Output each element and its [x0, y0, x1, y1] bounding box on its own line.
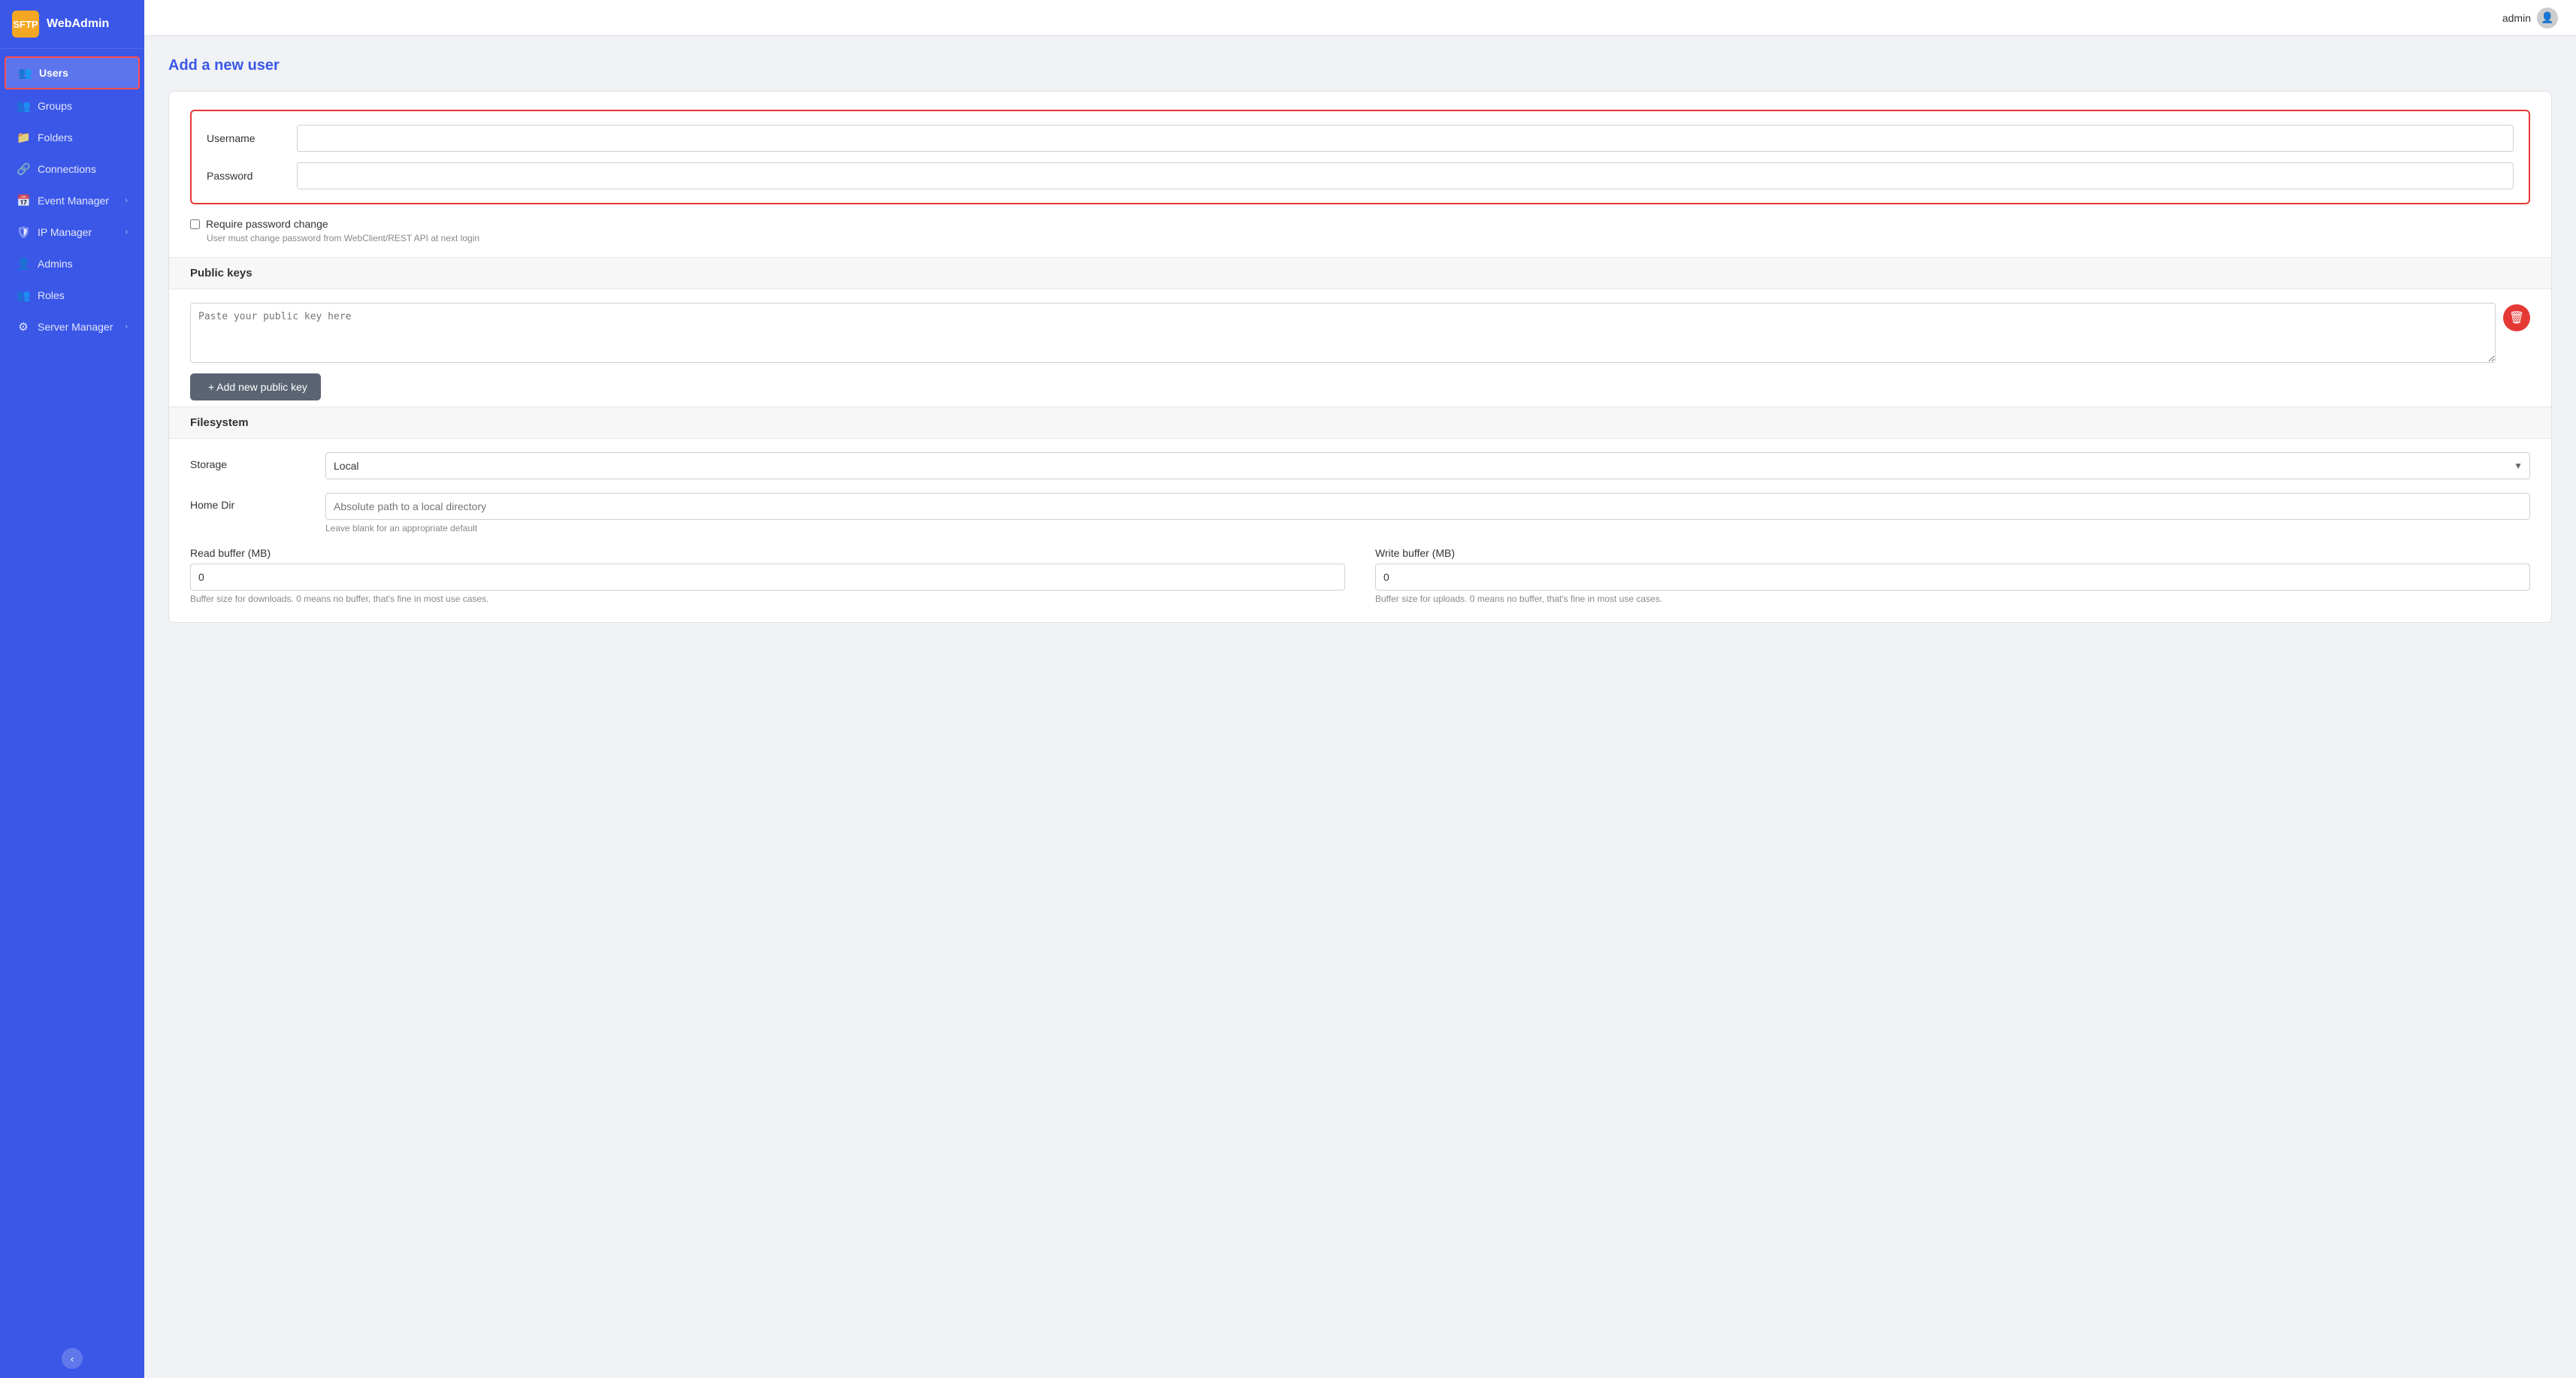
- users-icon: 👥: [18, 66, 32, 80]
- header: admin 👤: [144, 0, 2576, 36]
- require-password-hint: User must change password from WebClient…: [207, 233, 2530, 243]
- buffer-row: Read buffer (MB) Buffer size for downloa…: [190, 547, 2530, 604]
- collapse-button[interactable]: ‹: [62, 1348, 83, 1369]
- logo-icon: SFTP: [12, 11, 39, 38]
- sidebar-item-label: Roles: [38, 289, 65, 301]
- form-card: Username Password Require password chang…: [168, 91, 2552, 623]
- require-password-label: Require password change: [206, 218, 328, 230]
- require-password-checkbox[interactable]: [190, 219, 200, 229]
- storage-select-wrapper: Local S3 GCS Azure Blob SFTP HTTP ▼: [325, 452, 2530, 479]
- write-buffer-input[interactable]: [1375, 564, 2530, 591]
- home-dir-row: Home Dir Leave blank for an appropriate …: [190, 493, 2530, 533]
- sidebar-item-label: Users: [39, 67, 68, 79]
- sidebar-item-label: IP Manager: [38, 226, 92, 238]
- username-label: Username: [207, 132, 297, 144]
- groups-icon: 👥: [17, 99, 30, 113]
- public-keys-heading: Public keys: [169, 257, 2551, 289]
- write-buffer-label: Write buffer (MB): [1375, 547, 2530, 559]
- sidebar-item-event-manager[interactable]: 📅 Event Manager ›: [5, 186, 140, 216]
- write-buffer-hint: Buffer size for uploads. 0 means no buff…: [1375, 594, 2530, 604]
- avatar: 👤: [2537, 8, 2558, 29]
- server-manager-icon: ⚙: [17, 320, 30, 334]
- sidebar-collapse[interactable]: ‹: [0, 1339, 144, 1378]
- storage-label: Storage: [190, 452, 325, 470]
- sidebar-item-server-manager[interactable]: ⚙ Server Manager ›: [5, 312, 140, 342]
- storage-content: Local S3 GCS Azure Blob SFTP HTTP ▼: [325, 452, 2530, 479]
- username-row: Username: [207, 125, 2514, 152]
- password-row: Password: [207, 162, 2514, 189]
- sidebar-item-label: Event Manager: [38, 195, 109, 207]
- read-buffer-input[interactable]: [190, 564, 1345, 591]
- sidebar-item-label: Connections: [38, 163, 96, 175]
- page-title: Add a new user: [168, 57, 2552, 74]
- main-content: Add a new user Username Password Require…: [144, 36, 2576, 1378]
- filesystem-heading: Filesystem: [169, 406, 2551, 439]
- public-key-textarea[interactable]: [190, 303, 2496, 363]
- credentials-section: Username Password: [190, 110, 2530, 204]
- read-buffer-label: Read buffer (MB): [190, 547, 1345, 559]
- folders-icon: 📁: [17, 131, 30, 144]
- read-buffer-hint: Buffer size for downloads. 0 means no bu…: [190, 594, 1345, 604]
- roles-icon: 👥: [17, 289, 30, 302]
- delete-key-button[interactable]: 🗑: [2503, 304, 2530, 331]
- ip-manager-icon: 🛡: [17, 225, 30, 239]
- sidebar-item-label: Groups: [38, 100, 72, 112]
- connections-icon: 🔗: [17, 162, 30, 176]
- sidebar-item-users[interactable]: 👥 Users: [5, 56, 140, 89]
- home-dir-label: Home Dir: [190, 493, 325, 511]
- header-username: admin: [2502, 12, 2531, 24]
- app-title: WebAdmin: [47, 17, 109, 31]
- sidebar-item-label: Server Manager: [38, 321, 113, 333]
- password-input[interactable]: [297, 162, 2514, 189]
- add-key-label: + Add new public key: [208, 381, 307, 393]
- home-dir-hint: Leave blank for an appropriate default: [325, 523, 2530, 533]
- public-keys-section: 🗑 + Add new public key: [190, 303, 2530, 400]
- sidebar-item-connections[interactable]: 🔗 Connections: [5, 154, 140, 184]
- sidebar: SFTP WebAdmin 👥 Users 👥 Groups 📁 Folders…: [0, 0, 144, 1378]
- require-password-row: Require password change: [190, 218, 2530, 230]
- sidebar-item-folders[interactable]: 📁 Folders: [5, 122, 140, 153]
- password-label: Password: [207, 170, 297, 182]
- sidebar-logo: SFTP WebAdmin: [0, 0, 144, 49]
- chevron-right-icon: ›: [125, 196, 128, 205]
- storage-row: Storage Local S3 GCS Azure Blob SFTP HTT…: [190, 452, 2530, 479]
- sidebar-item-label: Folders: [38, 131, 73, 144]
- username-input[interactable]: [297, 125, 2514, 152]
- write-buffer-item: Write buffer (MB) Buffer size for upload…: [1375, 547, 2530, 604]
- home-dir-input[interactable]: [325, 493, 2530, 520]
- public-key-row: 🗑: [190, 303, 2530, 363]
- add-public-key-button[interactable]: + Add new public key: [190, 373, 321, 400]
- filesystem-section: Storage Local S3 GCS Azure Blob SFTP HTT…: [190, 452, 2530, 604]
- sidebar-item-label: Admins: [38, 258, 73, 270]
- chevron-right-icon: ›: [125, 228, 128, 237]
- admins-icon: 👤: [17, 257, 30, 270]
- trash-icon: 🗑: [2509, 310, 2524, 325]
- event-manager-icon: 📅: [17, 194, 30, 207]
- storage-select[interactable]: Local S3 GCS Azure Blob SFTP HTTP: [325, 452, 2530, 479]
- chevron-right-icon: ›: [125, 322, 128, 331]
- read-buffer-item: Read buffer (MB) Buffer size for downloa…: [190, 547, 1345, 604]
- home-dir-content: Leave blank for an appropriate default: [325, 493, 2530, 533]
- user-icon: 👤: [2541, 11, 2553, 24]
- chevron-left-icon: ‹: [71, 1353, 74, 1364]
- sidebar-nav: 👥 Users 👥 Groups 📁 Folders 🔗 Connections…: [0, 49, 144, 1339]
- sidebar-item-admins[interactable]: 👤 Admins: [5, 249, 140, 279]
- sidebar-item-roles[interactable]: 👥 Roles: [5, 280, 140, 310]
- sidebar-item-ip-manager[interactable]: 🛡 IP Manager ›: [5, 217, 140, 247]
- sidebar-item-groups[interactable]: 👥 Groups: [5, 91, 140, 121]
- header-user: admin 👤: [2502, 8, 2558, 29]
